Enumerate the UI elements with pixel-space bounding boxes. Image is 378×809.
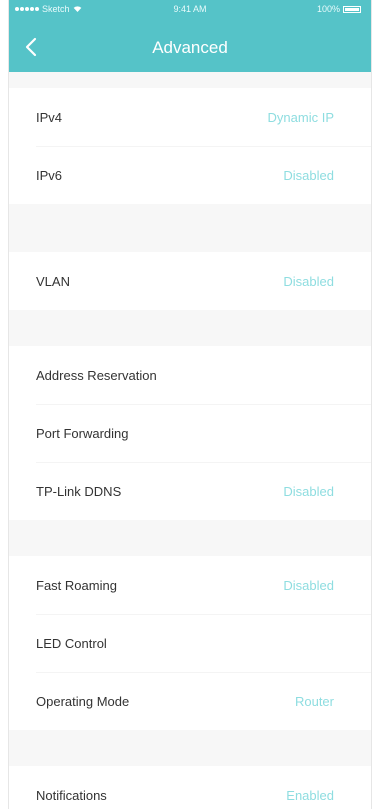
row-value: Disabled (283, 273, 334, 289)
row-label: Operating Mode (36, 693, 130, 709)
settings-list: IPv4 Dynamic IP IPv6 Disabled VLAN Disab… (9, 72, 371, 809)
section-vlan: VLAN Disabled (9, 252, 371, 310)
section-gap (9, 310, 371, 346)
row-port-forwarding[interactable]: Port Forwarding (9, 404, 371, 462)
row-label: IPv6 (36, 167, 63, 183)
phone-screen: Sketch 9:41 AM 100% Advanced IPv4 Dynami… (8, 0, 372, 809)
nav-bar: Advanced (9, 30, 371, 68)
status-bar: Sketch 9:41 AM 100% (9, 0, 371, 18)
row-ipv4[interactable]: IPv4 Dynamic IP (9, 88, 371, 146)
header: Sketch 9:41 AM 100% Advanced (9, 0, 371, 72)
section-system: Fast Roaming Disabled LED Control Operat… (9, 556, 371, 730)
section-gap (9, 520, 371, 556)
row-value: Enabled (286, 787, 334, 803)
row-label: VLAN (36, 273, 70, 289)
row-label: LED Control (36, 635, 107, 651)
status-right: 100% (317, 4, 361, 14)
row-led-control[interactable]: LED Control (9, 614, 371, 672)
battery-icon (343, 5, 361, 13)
section-gap (9, 204, 371, 252)
battery-percent: 100% (316, 4, 340, 14)
row-label: Notifications (36, 787, 107, 803)
row-label: Port Forwarding (36, 425, 129, 441)
section-gap (9, 730, 371, 766)
row-label: TP-Link DDNS (36, 483, 122, 499)
row-value: Disabled (283, 483, 334, 499)
row-address-reservation[interactable]: Address Reservation (9, 346, 371, 404)
page-title: Advanced (152, 38, 228, 57)
row-notifications[interactable]: Notifications Enabled (9, 766, 371, 809)
row-value: Dynamic IP (267, 109, 334, 125)
row-ipv6[interactable]: IPv6 Disabled (9, 146, 371, 204)
row-label: Address Reservation (36, 367, 157, 383)
row-tplink-ddns[interactable]: TP-Link DDNS Disabled (9, 462, 371, 520)
section-ip: IPv4 Dynamic IP IPv6 Disabled (9, 88, 371, 204)
row-vlan[interactable]: VLAN Disabled (9, 252, 371, 310)
row-value: Router (294, 693, 334, 709)
row-label: IPv4 (36, 109, 63, 125)
row-label: Fast Roaming (36, 577, 117, 593)
row-value: Disabled (283, 577, 334, 593)
row-fast-roaming[interactable]: Fast Roaming Disabled (9, 556, 371, 614)
row-operating-mode[interactable]: Operating Mode Router (9, 672, 371, 730)
section-forwarding: Address Reservation Port Forwarding TP-L… (9, 346, 371, 520)
row-value: Disabled (283, 167, 334, 183)
section-notifications: Notifications Enabled (9, 766, 371, 809)
section-gap (9, 72, 371, 88)
